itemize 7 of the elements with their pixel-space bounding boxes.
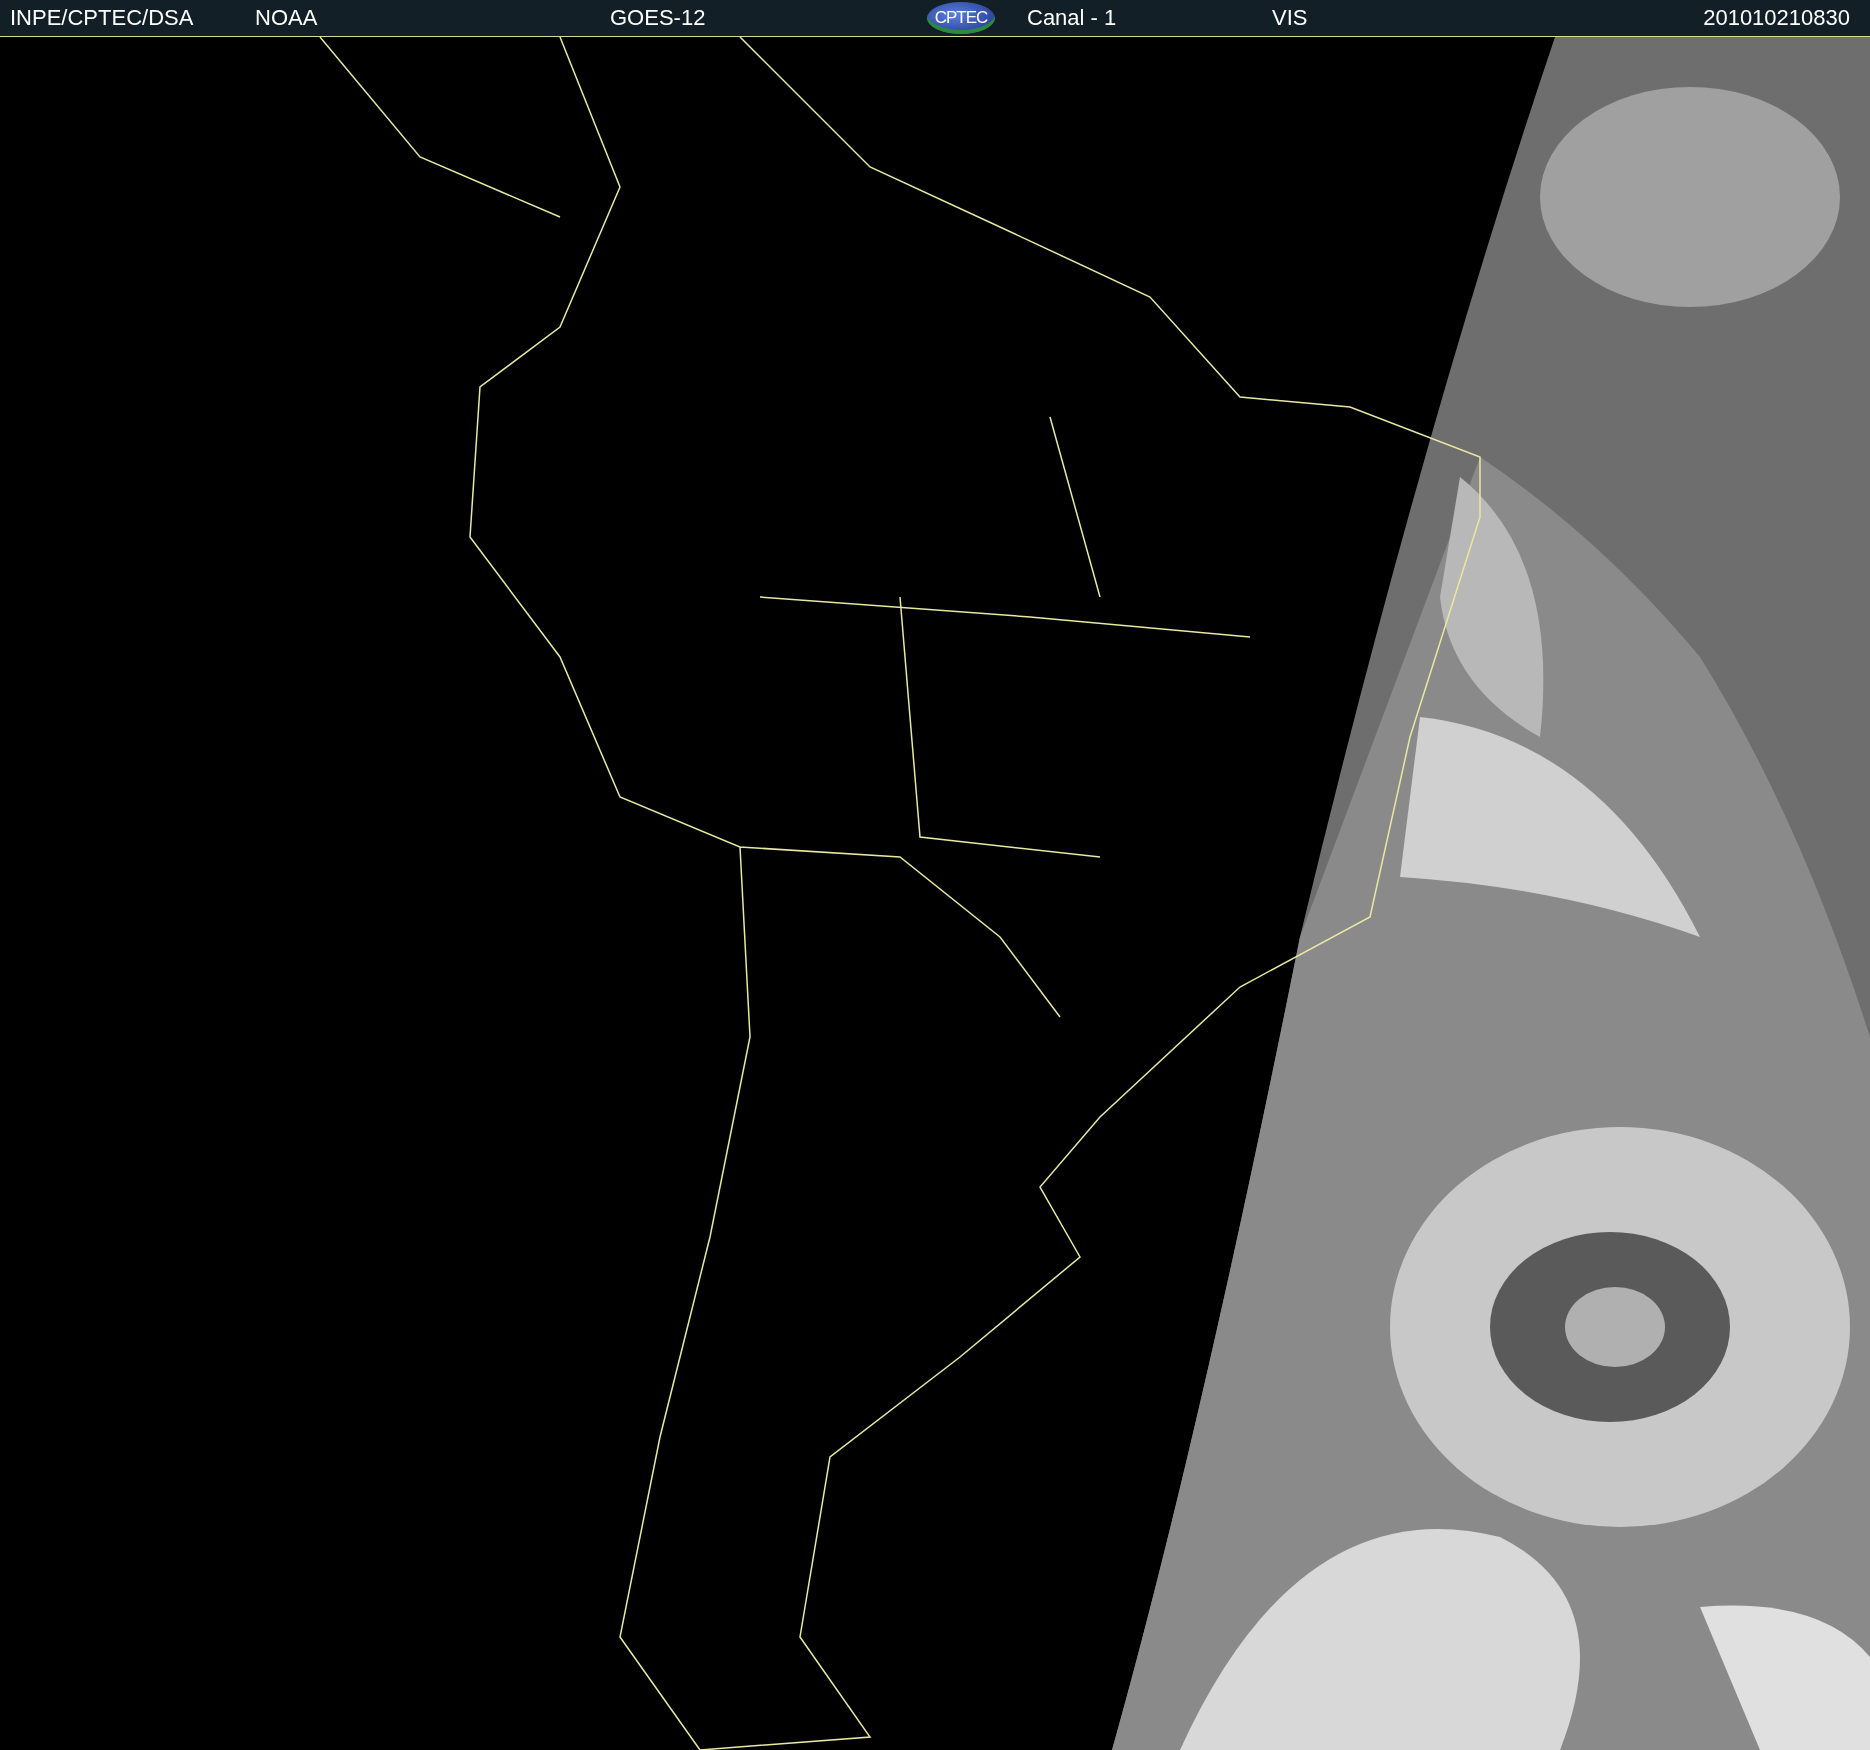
header-label: NOAA: [255, 5, 319, 31]
header-label: GOES-12: [610, 5, 707, 31]
header-label: INPE/CPTEC/DSA: [10, 5, 195, 31]
header-label: Canal - 1: [1027, 5, 1118, 31]
header-label: 201010210830: [1703, 5, 1851, 31]
header-label: VIS: [1272, 5, 1309, 31]
logo: CPTEC: [927, 2, 995, 34]
